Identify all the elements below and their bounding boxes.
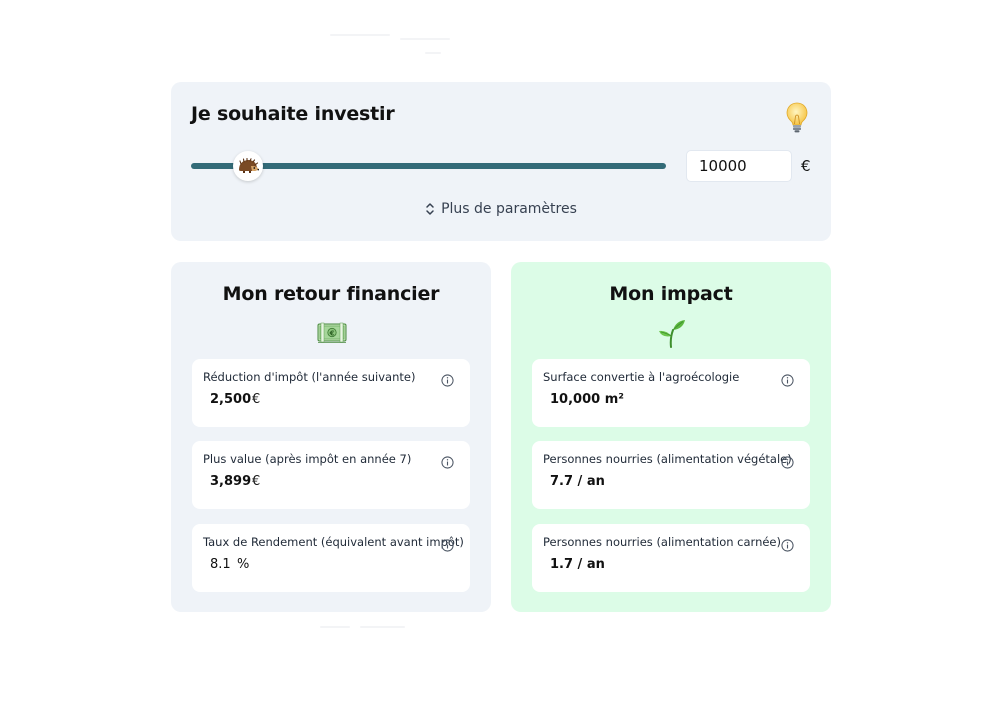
investment-amount-input[interactable] (686, 150, 792, 182)
svg-text:€: € (329, 329, 335, 337)
info-icon[interactable] (781, 374, 794, 387)
info-icon[interactable] (781, 539, 794, 552)
stat-value: 2,500 (210, 392, 252, 407)
financial-title: Mon retour financier (222, 283, 440, 305)
more-params-label: Plus de paramètres (441, 201, 577, 217)
hedgehog-icon (239, 158, 259, 173)
financial-return-panel: Mon retour financier € Réduction d'impôt… (171, 262, 491, 612)
investment-card: Je souhaite investir 10000 € Plus de par… (171, 82, 831, 241)
stat-label: Taux de Rendement (équivalent avant impô… (203, 535, 464, 549)
info-icon[interactable] (781, 456, 794, 469)
stat-unit: € (252, 474, 261, 489)
stat-value: 10,000 m² (550, 392, 624, 407)
stat-card-converted-surface: Surface convertie à l'agroécologie 10,00… (532, 359, 810, 427)
investment-title: Je souhaite investir (191, 103, 395, 125)
stat-value: 1.7 / an (550, 557, 605, 572)
more-params-toggle[interactable]: Plus de paramètres (171, 201, 831, 217)
faint-footer-text (320, 624, 410, 630)
stat-label: Personnes nourries (alimentation carnée) (543, 535, 781, 549)
info-icon[interactable] (441, 374, 454, 387)
bulb-icon[interactable] (785, 102, 809, 134)
seedling-icon (656, 318, 688, 348)
stat-card-people-fed-vegetal: Personnes nourries (alimentation végétal… (532, 441, 810, 509)
banknote-icon: € (316, 318, 348, 348)
stat-unit: € (252, 392, 261, 407)
stat-value: 3,899 (210, 474, 252, 489)
stat-card-yield-rate: Taux de Rendement (équivalent avant impô… (192, 524, 470, 592)
stat-label: Plus value (après impôt en année 7) (203, 452, 412, 466)
info-icon[interactable] (441, 456, 454, 469)
stat-value: 7.7 / an (550, 474, 605, 489)
faint-header-text (330, 30, 450, 56)
stat-unit: % (237, 557, 250, 572)
stat-label: Personnes nourries (alimentation végétal… (543, 452, 792, 466)
stat-card-people-fed-meat: Personnes nourries (alimentation carnée)… (532, 524, 810, 592)
stat-label: Surface convertie à l'agroécologie (543, 370, 740, 384)
stat-value: 8.1 (210, 557, 231, 572)
investment-slider-handle[interactable] (233, 151, 263, 181)
stat-label: Réduction d'impôt (l'année suivante) (203, 370, 416, 384)
impact-title: Mon impact (609, 283, 733, 305)
stat-card-tax-reduction: Réduction d'impôt (l'année suivante) 2,5… (192, 359, 470, 427)
impact-panel: Mon impact Surface convertie à l'agroéco… (511, 262, 831, 612)
chevron-updown-icon (426, 203, 434, 215)
stat-card-capital-gain: Plus value (après impôt en année 7) 3,89… (192, 441, 470, 509)
info-icon[interactable] (441, 539, 454, 552)
currency-label: € (801, 157, 811, 175)
